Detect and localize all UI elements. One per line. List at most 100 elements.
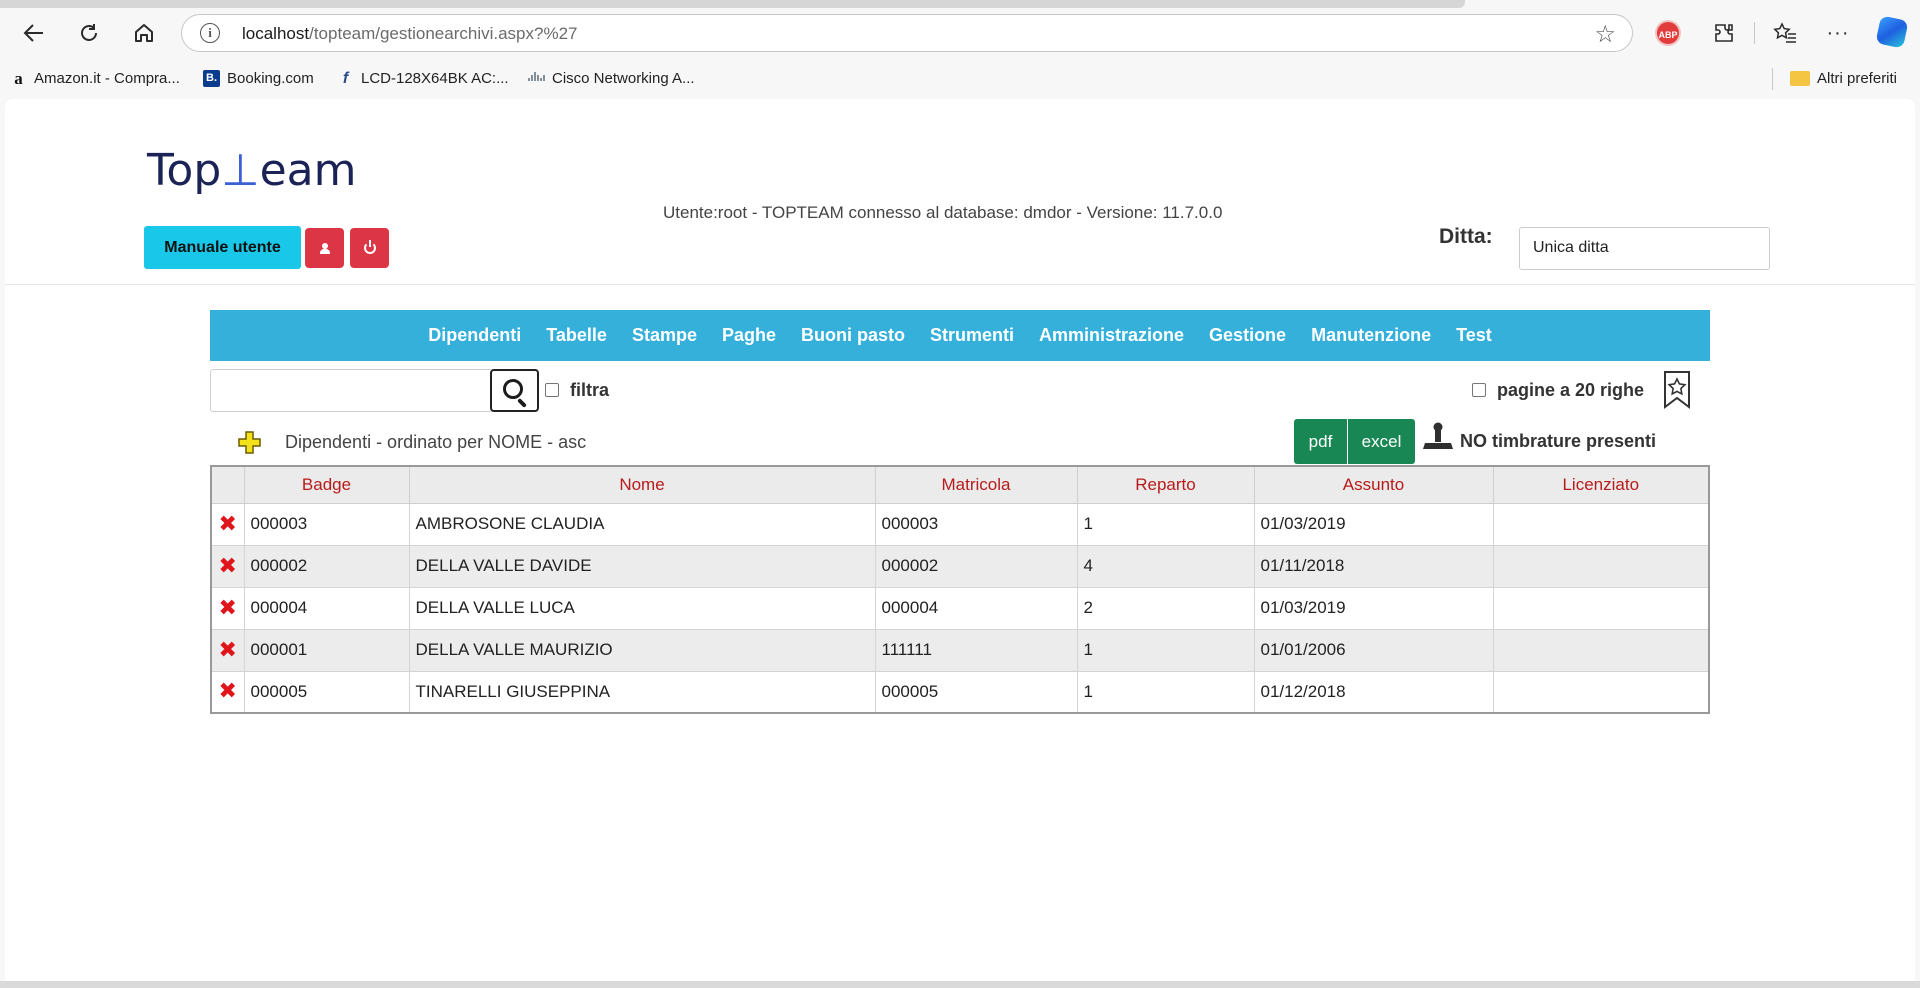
assunto-cell: 01/11/2018: [1253, 544, 1494, 588]
logout-button[interactable]: [350, 228, 389, 268]
bookmark-label: LCD-128X64BK AC:...: [361, 70, 509, 87]
menu-amministrazione[interactable]: Amministrazione: [1027, 325, 1197, 346]
info-icon[interactable]: i: [200, 23, 220, 43]
badge-cell: 000003: [243, 502, 410, 546]
column-header-nome[interactable]: Nome: [408, 465, 876, 504]
toolbar-separator: [1754, 22, 1755, 44]
ditta-label: Ditta:: [1439, 225, 1493, 248]
filter-checkbox[interactable]: [545, 383, 559, 397]
address-bar[interactable]: i localhost/topteam/gestionearchivi.aspx…: [181, 14, 1633, 52]
logo-part: Top: [147, 145, 222, 196]
bookmark-booking[interactable]: B. Booking.com: [203, 70, 314, 87]
user-manual-button[interactable]: Manuale utente: [144, 226, 301, 269]
delete-x-icon[interactable]: ✖: [219, 638, 237, 661]
url-host: localhost: [242, 24, 310, 43]
more-options-icon[interactable]: ···: [1821, 16, 1855, 50]
home-button[interactable]: [125, 14, 163, 52]
menu-test[interactable]: Test: [1444, 325, 1505, 346]
timbrature-stamp-icon: [1423, 422, 1453, 449]
page-content: Top⊥eam Manuale utente Utente:root - TOP…: [5, 99, 1915, 981]
folder-icon: [1790, 71, 1810, 86]
power-icon: [363, 240, 376, 254]
delete-cell: ✖: [210, 586, 245, 630]
column-header-actions: [210, 465, 245, 504]
excel-button[interactable]: excel: [1348, 419, 1415, 464]
topteam-logo: Top⊥eam: [147, 149, 356, 193]
reparto-cell: 1: [1076, 628, 1255, 672]
other-favorites[interactable]: Altri preferiti: [1790, 70, 1897, 87]
menu-tabelle[interactable]: Tabelle: [534, 325, 620, 346]
bookmark-label: Booking.com: [227, 70, 314, 87]
url-text: localhost/topteam/gestionearchivi.aspx?%…: [242, 24, 578, 44]
delete-x-icon[interactable]: ✖: [219, 680, 237, 702]
filter-label: filtra: [570, 380, 610, 400]
tab-strip: [0, 0, 1465, 8]
badge-cell: 000001: [243, 628, 410, 672]
browser-toolbar: i localhost/topteam/gestionearchivi.aspx…: [0, 0, 1920, 62]
lcd-icon: f: [342, 70, 349, 87]
menu-buoni-pasto[interactable]: Buoni pasto: [789, 325, 918, 346]
favorites-list-icon[interactable]: [1768, 16, 1802, 50]
matricola-cell: 000005: [874, 670, 1078, 714]
reparto-cell: 4: [1076, 544, 1255, 588]
window-bottom-edge: [0, 981, 1920, 988]
licenziato-cell: [1492, 670, 1710, 714]
delete-x-icon[interactable]: ✖: [219, 554, 237, 577]
assunto-cell: 01/03/2019: [1253, 502, 1494, 546]
table-row[interactable]: ✖ 000004 DELLA VALLE LUCA 000004 2 01/03…: [210, 586, 1710, 630]
menu-paghe[interactable]: Paghe: [709, 325, 788, 346]
home-icon: [135, 24, 153, 42]
bookmark-star-icon[interactable]: [1662, 371, 1692, 409]
add-plus-icon[interactable]: [238, 431, 261, 454]
delete-x-icon[interactable]: ✖: [219, 512, 237, 535]
menu-strumenti[interactable]: Strumenti: [918, 325, 1027, 346]
adblock-plus-icon[interactable]: ABP: [1655, 20, 1681, 46]
booking-icon: B.: [203, 70, 220, 87]
other-favorites-label: Altri preferiti: [1817, 70, 1898, 87]
column-header-reparto[interactable]: Reparto: [1076, 465, 1255, 504]
delete-cell: ✖: [210, 628, 245, 672]
bookmark-amazon[interactable]: a Amazon.it - Compra...: [10, 70, 180, 87]
nome-cell: DELLA VALLE DAVIDE: [408, 544, 876, 588]
delete-cell: ✖: [210, 670, 245, 714]
search-input[interactable]: [210, 369, 493, 412]
back-button[interactable]: [15, 14, 53, 52]
licenziato-cell: [1492, 586, 1710, 630]
pages-checkbox[interactable]: [1472, 383, 1486, 397]
assunto-cell: 01/01/2006: [1253, 628, 1494, 672]
column-header-assunto[interactable]: Assunto: [1253, 465, 1494, 504]
table-row[interactable]: ✖ 000005 TINARELLI GIUSEPPINA 000005 1 0…: [210, 670, 1710, 714]
search-button[interactable]: [490, 369, 539, 412]
column-header-licenziato[interactable]: Licenziato: [1492, 465, 1710, 504]
refresh-button[interactable]: [70, 14, 108, 52]
licenziato-cell: [1492, 544, 1710, 588]
licenziato-cell: [1492, 628, 1710, 672]
menu-gestione[interactable]: Gestione: [1197, 325, 1299, 346]
delete-x-icon[interactable]: ✖: [219, 596, 237, 619]
column-header-matricola[interactable]: Matricola: [874, 465, 1078, 504]
search-icon: [503, 379, 523, 399]
extensions-icon[interactable]: [1707, 16, 1741, 50]
arrow-left-icon: [23, 24, 43, 42]
ditta-select[interactable]: Unica ditta: [1519, 227, 1770, 270]
table-row[interactable]: ✖ 000002 DELLA VALLE DAVIDE 000002 4 01/…: [210, 544, 1710, 588]
user-profile-button[interactable]: [305, 228, 344, 268]
logo-part: ⊥: [221, 145, 260, 196]
column-header-badge[interactable]: Badge: [243, 465, 410, 504]
table-row[interactable]: ✖ 000001 DELLA VALLE MAURIZIO 111111 1 0…: [210, 628, 1710, 672]
badge-cell: 000004: [243, 586, 410, 630]
menu-stampe[interactable]: Stampe: [619, 325, 709, 346]
bookmark-cisco[interactable]: Cisco Networking A...: [528, 70, 695, 87]
badge-cell: 000002: [243, 544, 410, 588]
table-row[interactable]: ✖ 000003 AMBROSONE CLAUDIA 000003 1 01/0…: [210, 502, 1710, 546]
licenziato-cell: [1492, 502, 1710, 546]
assunto-cell: 01/03/2019: [1253, 586, 1494, 630]
menu-manutenzione[interactable]: Manutenzione: [1299, 325, 1444, 346]
bookmark-lcd[interactable]: f LCD-128X64BK AC:...: [337, 70, 509, 87]
user-info: Utente:root - TOPTEAM connesso al databa…: [663, 203, 1223, 222]
copilot-icon[interactable]: [1875, 15, 1909, 49]
favorite-star-icon[interactable]: ☆: [1594, 20, 1616, 49]
pdf-button[interactable]: pdf: [1294, 419, 1347, 464]
menu-dipendenti[interactable]: Dipendenti: [416, 325, 534, 346]
bookmarks-separator: [1772, 68, 1773, 90]
